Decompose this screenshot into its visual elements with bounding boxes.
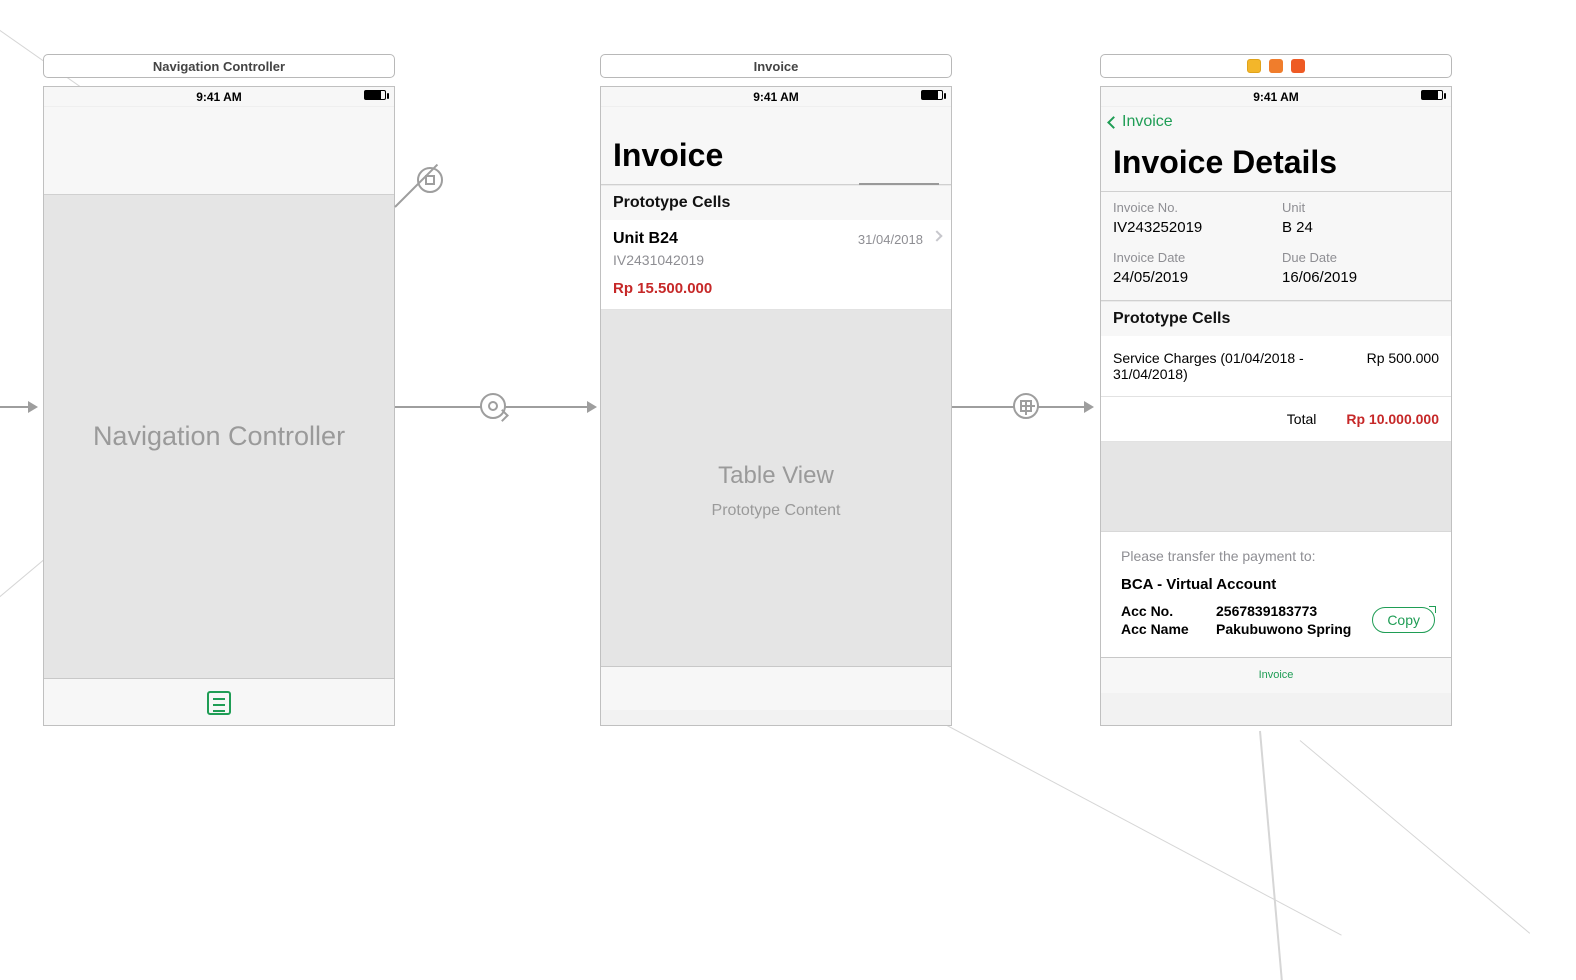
outlet-warning-icon[interactable] <box>1247 59 1261 73</box>
payment-bank: BCA - Virtual Account <box>1121 576 1437 593</box>
status-bar: 9:41 AM <box>601 87 951 107</box>
info-label: Invoice Date <box>1113 250 1270 265</box>
battery-icon <box>921 90 943 100</box>
tab-label: Invoice <box>1259 669 1294 681</box>
list-icon[interactable] <box>207 691 231 715</box>
status-time: 9:41 AM <box>1253 90 1299 104</box>
status-time: 9:41 AM <box>196 90 242 104</box>
segue-present-icon[interactable] <box>1013 393 1039 419</box>
status-time: 9:41 AM <box>753 90 799 104</box>
tab-bar <box>44 678 394 726</box>
info-item: Invoice Date 24/05/2019 <box>1113 250 1270 286</box>
copy-button[interactable]: Copy <box>1372 607 1435 633</box>
nav-bar: Invoice <box>1101 107 1451 132</box>
section-header: Prototype Cells <box>601 185 951 220</box>
status-bar: 9:41 AM <box>44 87 394 107</box>
info-label: Invoice No. <box>1113 200 1270 215</box>
nav-large-title: Invoice <box>601 107 951 185</box>
page-title: Invoice Details <box>1113 144 1439 181</box>
storyboard-canvas[interactable]: Navigation Controller 9:41 AM Navigation… <box>0 0 1576 824</box>
scene-label-invoice[interactable]: Invoice <box>600 54 952 78</box>
cell-date: 31/04/2018 <box>858 232 923 247</box>
table-subtitle: Prototype Content <box>712 502 841 520</box>
table-title: Table View <box>718 462 834 490</box>
page-title: Invoice <box>613 137 939 174</box>
invoice-info-grid: Invoice No. IV243252019 Unit B 24 Invoic… <box>1101 192 1451 301</box>
total-label: Total <box>1287 411 1317 427</box>
battery-icon <box>364 90 386 100</box>
battery-icon <box>1421 90 1443 100</box>
total-value: Rp 10.000.000 <box>1346 411 1439 427</box>
tab-bar[interactable]: Invoice <box>1101 657 1451 693</box>
info-value: IV243252019 <box>1113 219 1270 236</box>
payment-instruction: Please transfer the payment to: <box>1121 548 1437 564</box>
invoice-cell[interactable]: Unit B24 IV2431042019 Rp 15.500.000 31/0… <box>601 220 951 310</box>
charge-amount: Rp 500.000 <box>1367 350 1439 382</box>
info-value: 24/05/2019 <box>1113 269 1270 286</box>
info-item: Unit B 24 <box>1282 200 1439 236</box>
bg-line <box>1300 740 1530 934</box>
phone-invoice-details[interactable]: 9:41 AM Invoice Invoice Details Invoice … <box>1100 86 1452 726</box>
acc-name-value: Pakubuwono Spring <box>1216 621 1351 637</box>
info-label: Due Date <box>1282 250 1439 265</box>
spacer <box>1101 442 1451 532</box>
back-label: Invoice <box>1122 113 1173 131</box>
scene-label-details[interactable] <box>1100 54 1452 78</box>
chevron-left-icon <box>1107 116 1120 129</box>
first-responder-icon[interactable] <box>1269 59 1283 73</box>
toolbar <box>601 666 951 710</box>
cell-invoice-id: IV2431042019 <box>613 252 939 268</box>
exit-icon[interactable] <box>1291 59 1305 73</box>
info-item: Due Date 16/06/2019 <box>1282 250 1439 286</box>
scene-label-text: Navigation Controller <box>153 59 285 74</box>
nav-placeholder-text: Navigation Controller <box>93 421 345 452</box>
status-bar: 9:41 AM <box>1101 87 1451 107</box>
acc-name-label: Acc Name <box>1121 621 1216 637</box>
table-view-placeholder: Table View Prototype Content <box>601 316 951 666</box>
bg-line <box>1259 731 1283 980</box>
nav-large-title: Invoice Details <box>1101 132 1451 192</box>
info-value: B 24 <box>1282 219 1439 236</box>
scene-label-text: Invoice <box>754 59 799 74</box>
payment-box: Please transfer the payment to: BCA - Vi… <box>1101 532 1451 657</box>
info-label: Unit <box>1282 200 1439 215</box>
nav-bar-placeholder <box>44 107 394 195</box>
phone-nav-controller[interactable]: 9:41 AM Navigation Controller <box>43 86 395 726</box>
segue-root-icon[interactable] <box>480 393 506 419</box>
info-value: 16/06/2019 <box>1282 269 1439 286</box>
scene-label-nav[interactable]: Navigation Controller <box>43 54 395 78</box>
title-underline <box>859 183 939 185</box>
total-row: Total Rp 10.000.000 <box>1101 397 1451 442</box>
phone-invoice-list[interactable]: 9:41 AM Invoice Prototype Cells Unit B24… <box>600 86 952 726</box>
charge-desc: Service Charges (01/04/2018 - 31/04/2018… <box>1113 350 1313 382</box>
acc-no-label: Acc No. <box>1121 603 1216 619</box>
back-button[interactable]: Invoice <box>1109 113 1173 131</box>
info-item: Invoice No. IV243252019 <box>1113 200 1270 236</box>
charge-cell[interactable]: Service Charges (01/04/2018 - 31/04/2018… <box>1101 336 1451 397</box>
cell-price: Rp 15.500.000 <box>613 280 939 297</box>
acc-no-value: 2567839183773 <box>1216 603 1317 619</box>
nav-body: Navigation Controller <box>44 195 394 678</box>
segue-arrow <box>0 406 36 408</box>
section-header: Prototype Cells <box>1101 301 1451 336</box>
